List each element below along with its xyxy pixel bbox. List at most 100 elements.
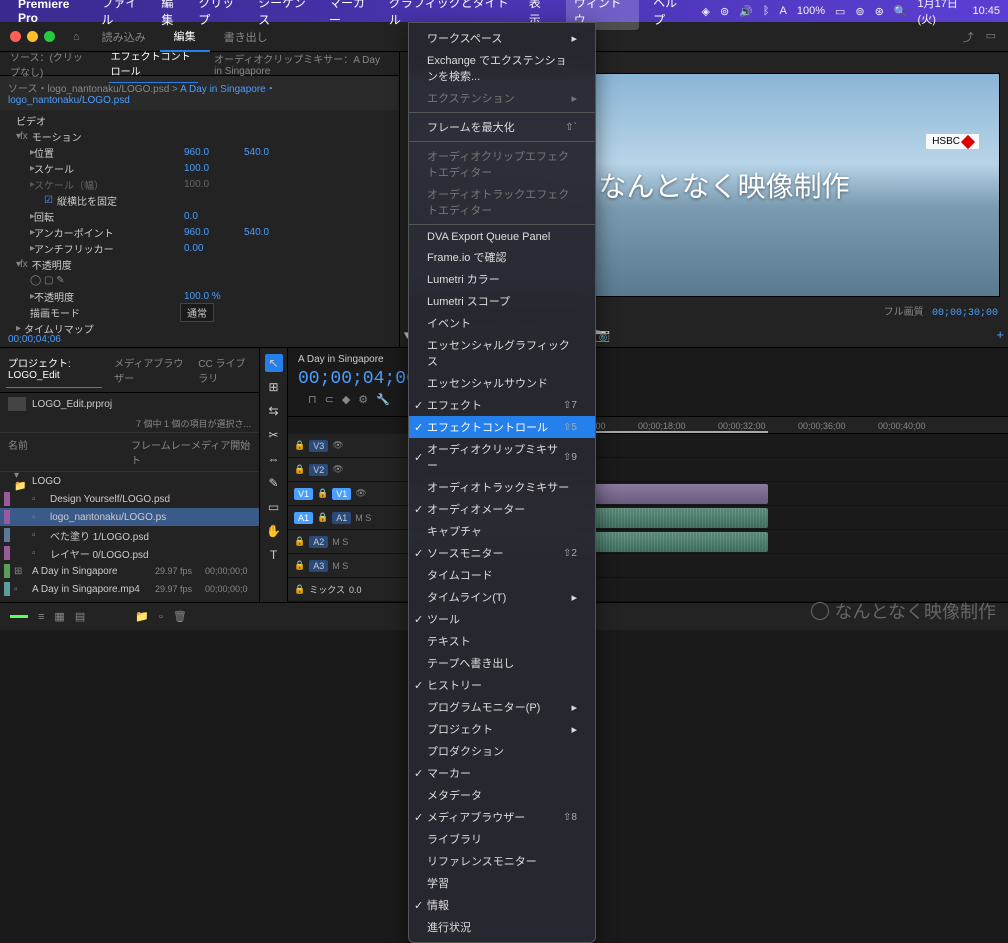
sequence-name[interactable]: A Day in Singapore (298, 354, 998, 365)
track-select-tool[interactable]: ⊞ (265, 378, 283, 396)
menu-item-[interactable]: オーディオトラックミキサー (409, 476, 595, 498)
input-icon[interactable]: A (780, 5, 787, 17)
col-media-start[interactable]: メディア開始 (191, 437, 251, 467)
new-item-icon[interactable]: ▫ (159, 611, 163, 623)
menu-item-frameio[interactable]: Frame.io で確認 (409, 246, 595, 268)
bluetooth-icon[interactable]: ᛒ (763, 5, 770, 17)
menu-item-[interactable]: 学習 (409, 872, 595, 894)
project-item[interactable]: ▾ 📁LOGO (0, 472, 259, 490)
project-item[interactable]: ▫レイヤー 0/LOGO.psd (0, 544, 259, 562)
project-item[interactable]: ⊞A Day in Singapore29.97 fps00;00;00;0 (0, 562, 259, 580)
menu-item-[interactable]: ✓メディアブラウザー⇧8 (409, 806, 595, 828)
menubar-date[interactable]: 1月17日(火) (918, 0, 963, 27)
menu-item-[interactable]: ✓オーディオクリップミキサー⇧9 (409, 438, 595, 476)
quick-export-icon[interactable]: ⤴ (963, 29, 974, 45)
menu-help[interactable]: ヘルプ (653, 0, 687, 28)
tab-cc-libraries[interactable]: CC ライブラリ (196, 352, 253, 388)
project-item[interactable]: ▫A Day in Singapore.mp429.97 fps00;00;00… (0, 580, 259, 598)
menu-item-lumetri[interactable]: Lumetri カラー (409, 268, 595, 290)
track-v3[interactable]: V3 (309, 440, 328, 452)
track-v1[interactable]: V1 (332, 488, 351, 500)
tab-source[interactable]: ソース：(クリップなし) (8, 45, 95, 83)
close-window-button[interactable] (10, 31, 21, 42)
scale-value[interactable]: 100.0 (184, 163, 244, 174)
pen-tool[interactable]: ✎ (265, 474, 283, 492)
menu-item-[interactable]: ライブラリ (409, 828, 595, 850)
menu-item-[interactable]: フレームを最大化⇧` (409, 116, 595, 138)
menu-item-[interactable]: キャプチャ (409, 520, 595, 542)
menu-item-[interactable]: ✓エフェクトコントロール⇧5 (409, 416, 595, 438)
wrench-icon[interactable]: 🔧 (376, 393, 390, 406)
type-tool[interactable]: T (265, 546, 283, 564)
slip-tool[interactable]: ⇔ (265, 450, 283, 468)
track-a1[interactable]: A1 (332, 512, 351, 524)
menubar-time[interactable]: 10:45 (972, 5, 1000, 17)
menu-item-dvaexportqueuepanel[interactable]: DVA Export Queue Panel (409, 228, 595, 246)
aspect-checkbox[interactable]: ☑ (44, 195, 53, 206)
menu-item-[interactable]: メタデータ (409, 784, 595, 806)
cloud-icon[interactable]: ⊚ (720, 5, 729, 18)
hand-tool[interactable]: ✋ (265, 522, 283, 540)
col-name[interactable]: 名前 (8, 437, 131, 467)
menu-item-[interactable]: エッセンシャルサウンド (409, 372, 595, 394)
snap-icon[interactable]: ⊓ (308, 393, 317, 406)
menu-item-[interactable]: ✓ヒストリー (409, 674, 595, 696)
menu-item-[interactable]: エッセンシャルグラフィックス (409, 334, 595, 372)
wifi-icon[interactable]: ⊚ (855, 5, 864, 18)
menu-marker[interactable]: マーカー (329, 0, 375, 28)
project-item[interactable]: ▫Design Yourself/LOGO.psd (0, 490, 259, 508)
maximize-window-button[interactable] (44, 31, 55, 42)
quality-dropdown[interactable]: フル画質 (884, 307, 924, 318)
tab-effect-controls[interactable]: エフェクトコントロール (109, 44, 199, 83)
menu-item-[interactable]: ✓マーカー (409, 762, 595, 784)
menu-item-p[interactable]: プログラムモニター(P)▸ (409, 696, 595, 718)
position-x[interactable]: 960.0 (184, 147, 244, 158)
ripple-edit-tool[interactable]: ⇆ (265, 402, 283, 420)
timeline-timecode[interactable]: 00;00;04;06 (298, 369, 998, 389)
workspace-menu-icon[interactable]: ▭ (986, 29, 996, 45)
menu-item-[interactable]: ✓ソースモニター⇧2 (409, 542, 595, 564)
menu-item-[interactable]: ✓ツール (409, 608, 595, 630)
menu-item-[interactable]: テープへ書き出し (409, 652, 595, 674)
freeform-view-icon[interactable]: ▤ (75, 610, 85, 623)
export-frame-button[interactable]: 📷 (594, 327, 610, 343)
menu-item-[interactable]: ✓オーディオメーター (409, 498, 595, 520)
volume-icon[interactable]: 🔊 (739, 5, 753, 18)
marker-icon[interactable]: ◆ (342, 393, 350, 406)
rotation-value[interactable]: 0.0 (184, 211, 244, 222)
motion-effect[interactable]: モーション (32, 129, 182, 144)
tab-project[interactable]: プロジェクト: LOGO_Edit (6, 352, 102, 388)
selection-tool[interactable]: ↖ (265, 354, 283, 372)
razor-tool[interactable]: ✂ (265, 426, 283, 444)
anchor-x[interactable]: 960.0 (184, 227, 244, 238)
tab-audio-mixer[interactable]: オーディオクリップミキサー：A Day in Singapore (212, 47, 391, 81)
menu-item-exchange[interactable]: Exchange でエクステンションを検索... (409, 49, 595, 87)
menu-item-[interactable]: 進行状況 (409, 916, 595, 938)
track-a3[interactable]: A3 (309, 560, 328, 572)
menu-item-[interactable]: テキスト (409, 630, 595, 652)
project-item[interactable]: ▫べた塗り 1/LOGO.psd (0, 526, 259, 544)
menu-item-t[interactable]: タイムライン(T)▸ (409, 586, 595, 608)
menu-item-[interactable]: ✓情報 (409, 894, 595, 916)
menu-item-[interactable]: プロジェクト▸ (409, 718, 595, 740)
minimize-window-button[interactable] (27, 31, 38, 42)
tab-media-browser[interactable]: メディアブラウザー (112, 352, 186, 388)
track-v2[interactable]: V2 (309, 464, 328, 476)
blend-mode-dropdown[interactable]: 通常 (180, 303, 214, 322)
trash-icon[interactable]: 🗑 (173, 610, 187, 623)
control-center-icon[interactable]: ⊛ (875, 5, 884, 18)
cc-icon[interactable]: ◈ (702, 5, 710, 18)
menu-item-lumetri[interactable]: Lumetri スコープ (409, 290, 595, 312)
menu-item-[interactable]: ✓エフェクト⇧7 (409, 394, 595, 416)
menu-item-[interactable]: タイムコード (409, 564, 595, 586)
button-editor[interactable]: + (996, 327, 1004, 343)
position-y[interactable]: 540.0 (244, 147, 304, 158)
icon-view-icon[interactable]: ▦ (54, 610, 64, 623)
menu-item-[interactable]: プロダクション (409, 740, 595, 762)
home-icon[interactable]: ⌂ (73, 31, 80, 43)
new-bin-icon[interactable]: 📁 (135, 610, 149, 623)
linked-selection-icon[interactable]: ⊂ (325, 393, 334, 406)
project-item[interactable]: ▫logo_nantonaku/LOGO.ps (0, 508, 259, 526)
opacity-value[interactable]: 100.0 % (184, 291, 244, 302)
anchor-y[interactable]: 540.0 (244, 227, 304, 238)
